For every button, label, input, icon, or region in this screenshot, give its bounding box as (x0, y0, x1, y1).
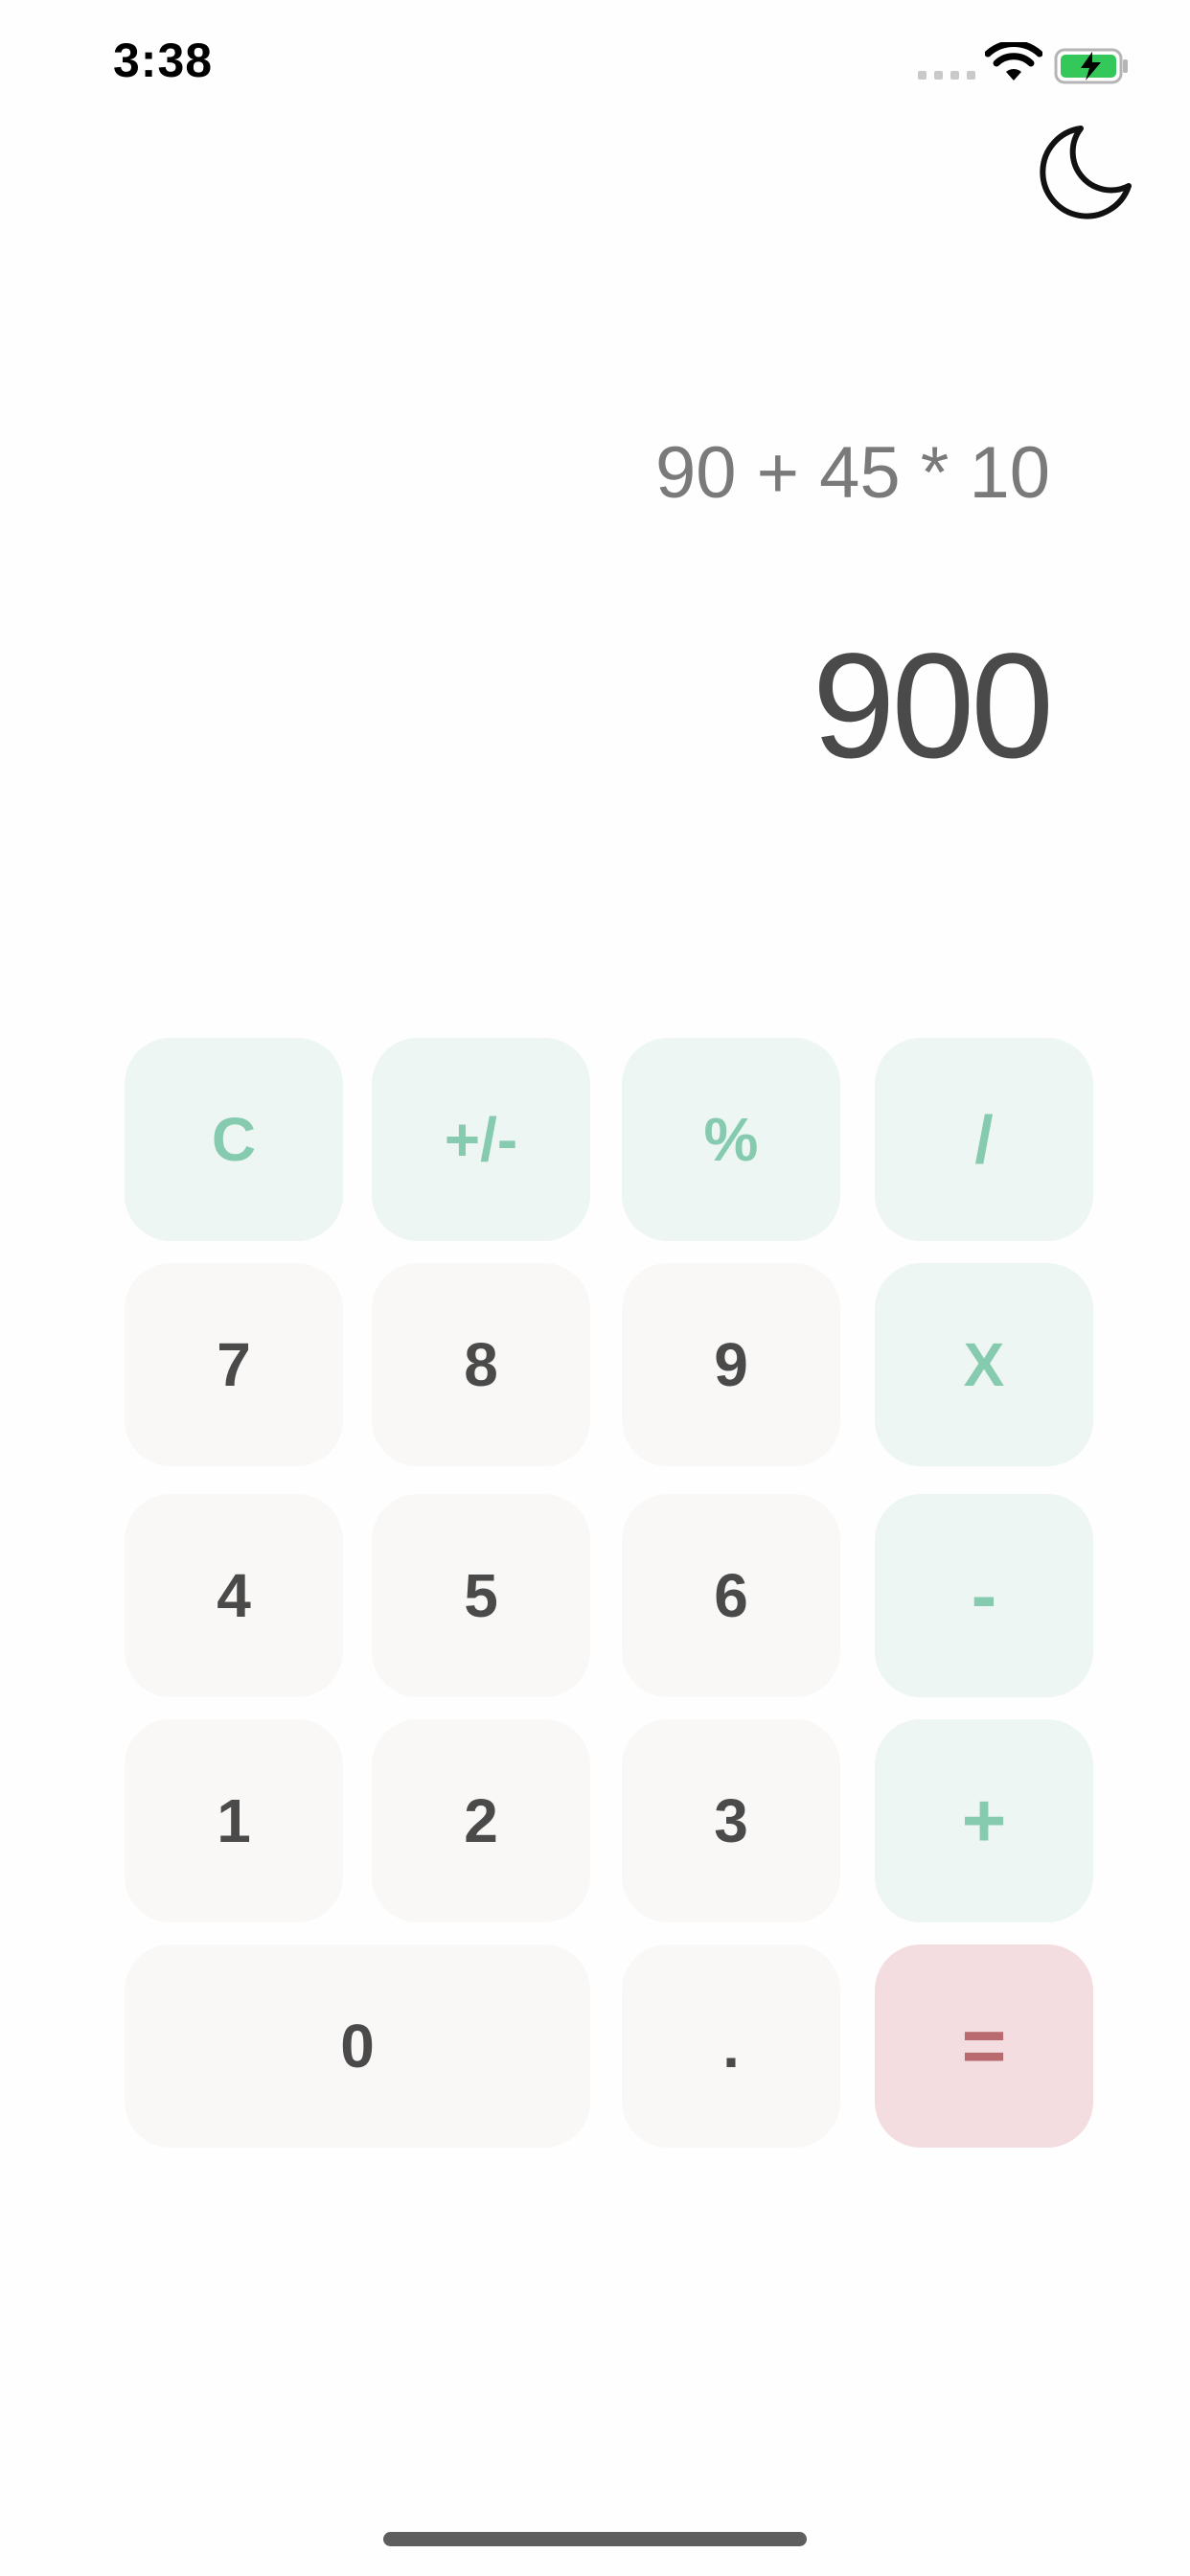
battery-charging-icon (1054, 48, 1128, 84)
digit-6-button[interactable]: 6 (622, 1494, 840, 1697)
wifi-icon (985, 42, 1042, 80)
digit-9-button[interactable]: 9 (622, 1263, 840, 1466)
decimal-button[interactable]: . (622, 1944, 840, 2148)
digit-2-button[interactable]: 2 (372, 1719, 590, 1922)
multiply-button[interactable]: X (875, 1263, 1093, 1466)
clear-button[interactable]: C (125, 1038, 343, 1241)
result-display: 900 (812, 623, 1054, 790)
divide-button[interactable]: / (875, 1038, 1093, 1241)
digit-0-button[interactable]: 0 (125, 1944, 590, 2148)
percent-button[interactable]: % (622, 1038, 840, 1241)
digit-5-button[interactable]: 5 (372, 1494, 590, 1697)
add-button[interactable]: + (875, 1719, 1093, 1922)
sign-toggle-button[interactable]: +/- (372, 1038, 590, 1241)
subtract-button[interactable]: - (875, 1494, 1093, 1697)
digit-4-button[interactable]: 4 (125, 1494, 343, 1697)
digit-3-button[interactable]: 3 (622, 1719, 840, 1922)
equals-button[interactable]: = (875, 1944, 1093, 2148)
digit-1-button[interactable]: 1 (125, 1719, 343, 1922)
home-indicator[interactable] (383, 2532, 807, 2546)
expression-display: 90 + 45 * 10 (654, 432, 1050, 514)
status-bar: 3:38 (0, 0, 1190, 134)
digit-8-button[interactable]: 8 (372, 1263, 590, 1466)
moon-icon[interactable] (1035, 123, 1134, 222)
status-time: 3:38 (113, 34, 214, 87)
cellular-signal-icon (918, 71, 975, 80)
digit-7-button[interactable]: 7 (125, 1263, 343, 1466)
